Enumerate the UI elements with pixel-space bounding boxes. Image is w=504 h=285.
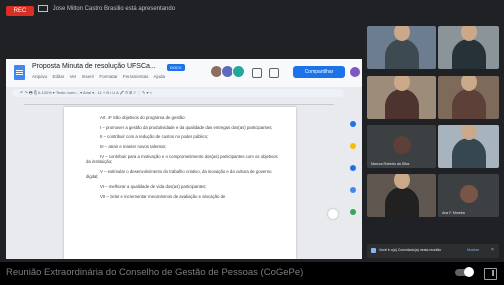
avatar[interactable] (232, 65, 245, 78)
menu-item-file[interactable]: Arquivo (32, 74, 47, 79)
notice-show-link[interactable]: Mostrar (467, 248, 479, 252)
docs-menu-bar: Arquivo Editar Ver Inserir Formatar Ferr… (32, 74, 169, 79)
bottom-bar: Reunião Extraordinária do Conselho de Ge… (0, 262, 504, 285)
guest-notice: Você é o(a) Convidado(a) nesta reunião M… (367, 244, 499, 258)
menu-item-insert[interactable]: Inserir (82, 74, 95, 79)
contacts-icon[interactable] (350, 187, 356, 193)
collaborator-avatars (210, 65, 245, 83)
participant-tile[interactable] (438, 26, 499, 69)
docs-logo-icon (14, 65, 25, 80)
top-bar: REC Jose Milton Castro Brasilio está apr… (0, 0, 504, 20)
present-screen-icon (38, 5, 48, 12)
paragraph: IV – contribuir para a motivação e o com… (86, 153, 278, 165)
presenting-indicator: Jose Milton Castro Brasilio está apresen… (38, 5, 175, 12)
participant-tile[interactable]: Marcos Roberto da Silva (367, 125, 436, 168)
participant-tile[interactable] (438, 76, 499, 119)
participant-name: Ana F. Moreira (442, 211, 465, 215)
tasks-icon[interactable] (350, 165, 356, 171)
meeting-title: Reunião Extraordinária do Conselho de Ge… (6, 267, 304, 278)
participant-name: Marcos Roberto da Silva (371, 162, 410, 166)
paragraph: VI – melhorar a qualidade de vida dos(as… (100, 184, 207, 190)
paragraph: V – estimular o desenvolvimento do traba… (86, 168, 272, 180)
shared-screen: Proposta Minuta de resolução UFSCa... DO… (6, 59, 362, 259)
info-icon (371, 248, 376, 253)
participant-video (451, 125, 486, 168)
paragraph: VII – zelar e incrementar mecanismos de … (100, 193, 226, 199)
paragraph: III – atrair e manter novos talentos; (100, 144, 167, 150)
docs-toolbar[interactable]: ↶ ↷ 🖶 ⎘ A 100% ▾ Texto norm... ▾ Arial ▾… (12, 89, 344, 97)
participant-video (451, 76, 486, 119)
explore-button[interactable] (328, 209, 338, 219)
recording-badge: REC (6, 6, 34, 16)
menu-item-view[interactable]: Ver (70, 74, 77, 79)
docs-header: Proposta Minuta de resolução UFSCa... DO… (6, 59, 362, 87)
participant-tile[interactable] (367, 76, 436, 119)
maps-icon[interactable] (350, 209, 356, 215)
file-type-badge: DOCX (167, 64, 185, 71)
paragraph: Art. 4º São objetivos do programa de ges… (100, 115, 186, 120)
document-body: Art. 4º São objetivos do programa de ges… (86, 115, 282, 203)
paragraph: II – contribuir com a redução de custos … (100, 134, 209, 140)
history-icon[interactable] (252, 68, 262, 78)
calendar-icon[interactable] (350, 121, 356, 127)
participant-video (451, 26, 486, 69)
comment-icon[interactable] (269, 68, 279, 78)
paragraph: I – promover a gestão da produtividade e… (100, 124, 273, 130)
menu-item-tools[interactable]: Ferramentas (123, 74, 149, 79)
participant-tile[interactable] (367, 26, 436, 69)
account-avatar[interactable] (350, 67, 360, 77)
menu-item-help[interactable]: Ajuda (153, 74, 165, 79)
document-page[interactable]: Art. 4º São objetivos do programa de ges… (64, 107, 296, 259)
presenting-text: Jose Milton Castro Brasilio está apresen… (52, 6, 176, 13)
docs-side-panel (347, 91, 361, 259)
participant-video (384, 174, 419, 217)
notice-text: Você é o(a) Convidado(a) nesta reunião (379, 248, 442, 252)
document-title[interactable]: Proposta Minuta de resolução UFSCa... (32, 63, 156, 70)
menu-item-format[interactable]: Formatar (99, 74, 117, 79)
keep-icon[interactable] (350, 143, 356, 149)
avatar (392, 135, 411, 154)
participant-tile[interactable] (367, 174, 436, 217)
side-panel-icon[interactable] (484, 268, 497, 280)
participant-video (384, 76, 419, 119)
close-icon[interactable]: × (491, 247, 494, 253)
participant-tile[interactable] (438, 125, 499, 168)
menu-item-edit[interactable]: Editar (53, 74, 65, 79)
share-button[interactable]: Compartilhar (293, 66, 345, 78)
participant-tile[interactable]: Ana F. Moreira (438, 174, 499, 217)
avatar (459, 184, 478, 203)
ruler (24, 101, 334, 105)
participant-video (384, 26, 419, 69)
toggle-switch[interactable] (455, 267, 474, 277)
